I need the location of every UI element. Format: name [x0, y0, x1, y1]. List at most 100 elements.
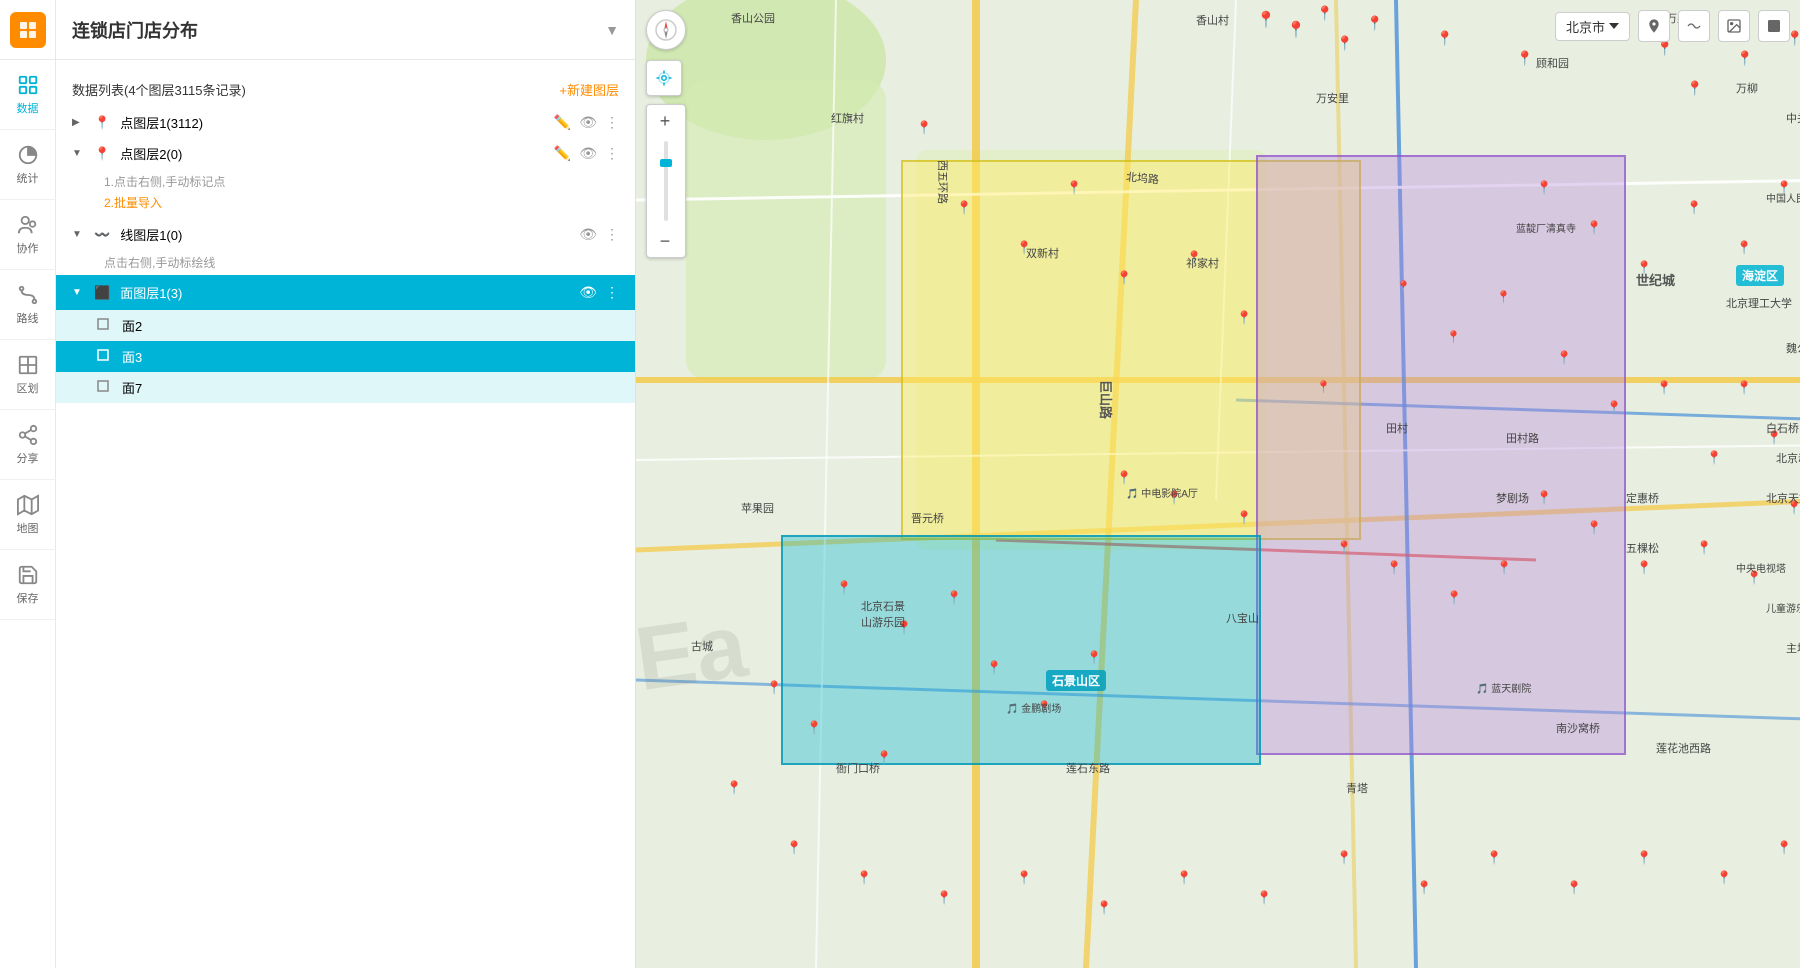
layer-face3[interactable]: 面3: [56, 341, 635, 372]
map-pin: 📍: [876, 750, 892, 766]
map-pin: 📍: [1416, 880, 1432, 896]
map-pin: 📍: [1486, 850, 1502, 866]
map-pin: 📍: [1586, 520, 1602, 536]
map-location-button[interactable]: [1638, 10, 1670, 42]
layer-edit-icon2[interactable]: ✏️: [554, 145, 571, 162]
sidebar-item-map[interactable]: 地图: [0, 480, 56, 550]
layer-expand-polygon-icon[interactable]: ▼: [72, 287, 86, 298]
nav-label-stats: 统计: [17, 170, 39, 186]
map-controls-right: 北京市: [1555, 10, 1790, 42]
layer-more-icon3[interactable]: ⋮: [605, 226, 619, 243]
layer-edit-icon[interactable]: ✏️: [554, 114, 571, 131]
map-pin-gray: 📍: [1116, 470, 1132, 486]
map-pin: 📍: [1716, 870, 1732, 886]
map-pin: 📍: [896, 620, 912, 636]
map-pin: 📍: [786, 840, 802, 856]
chevron-down-icon: [1609, 21, 1619, 31]
map-pin: 📍: [1186, 250, 1202, 266]
region-cyan: [781, 535, 1261, 765]
layer-name-point2: 点图层2(0): [120, 144, 546, 163]
face3-polygon-icon: [96, 348, 110, 365]
map-pin: 📍: [1036, 700, 1052, 716]
layer-icons-polygon1: 👁 ⋮: [579, 284, 619, 301]
nav-label-district: 区划: [17, 380, 39, 396]
sidebar-item-route[interactable]: 路线: [0, 270, 56, 340]
new-layer-button[interactable]: +新建图层: [559, 80, 619, 99]
nav-label-map: 地图: [17, 520, 39, 536]
layer-name-point1: 点图层1(3112): [120, 113, 546, 132]
zoom-in-button[interactable]: +: [647, 105, 683, 137]
map-pin: 📍: [1706, 450, 1722, 466]
layer-expand-icon[interactable]: ▼: [72, 148, 86, 159]
map-pin: 📍: [1176, 870, 1192, 886]
logo-icon: [10, 12, 46, 48]
map-image-button[interactable]: [1718, 10, 1750, 42]
map-pin-gray: 📍: [1336, 540, 1352, 556]
locate-button[interactable]: [646, 60, 682, 96]
layer-line1[interactable]: ▼ 〰️ 线图层1(0) 👁 ⋮: [56, 219, 635, 250]
nav-label-data: 数据: [17, 100, 39, 116]
point2-hint2[interactable]: 2.批量导入: [56, 194, 635, 219]
layer-more-icon2[interactable]: ⋮: [605, 145, 619, 162]
sidebar-item-stats[interactable]: 统计: [0, 130, 56, 200]
map-pin: 📍: [986, 660, 1002, 676]
map-pin: 📍: [1086, 650, 1102, 666]
map-pin: 📍: [806, 720, 822, 736]
zoom-controls: + −: [646, 104, 686, 258]
map-pin: 📍: [1766, 430, 1782, 446]
panel-arrow-icon[interactable]: ▼: [605, 22, 619, 38]
layer-face7[interactable]: 面7: [56, 372, 635, 403]
map-pin: 📍: [1636, 850, 1652, 866]
map-pin: 📍: [1516, 50, 1533, 67]
map-pin: 📍: [1746, 570, 1762, 586]
map-pin-gray: 📍: [1446, 590, 1462, 606]
map-pin: 📍: [1366, 15, 1383, 32]
panel-content: 数据列表(4个图层3115条记录) +新建图层 ▶ 📍 点图层1(3112) ✏…: [56, 60, 635, 968]
layer-more-icon[interactable]: ⋮: [605, 114, 619, 131]
layer-polygon1[interactable]: ▼ ⬛ 面图层1(3) 👁 ⋮: [56, 275, 635, 310]
map-pin: 📍: [1436, 30, 1453, 47]
sidebar-item-share[interactable]: 分享: [0, 410, 56, 480]
face2-polygon-icon: [96, 317, 110, 334]
city-selector[interactable]: 北京市: [1555, 12, 1630, 41]
map-pin: 📍: [956, 200, 972, 216]
layer-point2[interactable]: ▼ 📍 点图层2(0) ✏️ 👁 ⋮: [56, 138, 635, 169]
map-pin: 📍: [1656, 380, 1672, 396]
map-pin: 📍: [1776, 840, 1792, 856]
sidebar-item-collab[interactable]: 协作: [0, 200, 56, 270]
layer-visibility-icon3[interactable]: 👁: [579, 226, 597, 243]
layer-expand-line-icon[interactable]: ▼: [72, 229, 86, 240]
layer-visibility-icon4[interactable]: 👁: [579, 284, 597, 301]
map-pin: 📍: [1256, 10, 1276, 30]
map-pin: 📍: [1696, 540, 1712, 556]
map-pin: 📍: [1396, 280, 1411, 294]
nav-label-route: 路线: [17, 310, 39, 326]
nav-label-share: 分享: [17, 450, 39, 466]
sidebar-item-data[interactable]: 数据: [0, 60, 56, 130]
layer-visibility-icon2[interactable]: 👁: [579, 145, 597, 162]
map-pin: 📍: [1686, 80, 1703, 97]
map-pin-gray: 📍: [1496, 560, 1512, 576]
layer-more-icon4[interactable]: ⋮: [605, 284, 619, 301]
sidebar-item-save[interactable]: 保存: [0, 550, 56, 620]
map-pin: 📍: [1536, 490, 1552, 506]
sidebar: 数据 统计 协作 路线 区划: [0, 0, 56, 968]
map-pin: 📍: [1736, 240, 1752, 256]
layer-collapse-icon[interactable]: ▶: [72, 117, 86, 128]
map-pin: 📍: [1016, 870, 1032, 886]
map-line-button[interactable]: [1678, 10, 1710, 42]
layer-visibility-icon[interactable]: 👁: [579, 114, 597, 131]
layer-face2[interactable]: 面2: [56, 310, 635, 341]
map-square-button[interactable]: [1758, 10, 1790, 42]
section-title: 数据列表(4个图层3115条记录): [72, 80, 246, 99]
map-pin: 📍: [1776, 180, 1792, 196]
map-pin: 📍: [1096, 900, 1112, 916]
sidebar-item-district[interactable]: 区划: [0, 340, 56, 410]
map-pin: 📍: [1116, 270, 1132, 286]
layer-point1[interactable]: ▶ 📍 点图层1(3112) ✏️ 👁 ⋮: [56, 107, 635, 138]
map-pin: 📍: [1336, 850, 1352, 866]
compass-button[interactable]: [646, 10, 686, 50]
map-pin: 📍: [1686, 200, 1702, 216]
map-controls-left: + −: [646, 10, 686, 258]
zoom-out-button[interactable]: −: [647, 225, 683, 257]
